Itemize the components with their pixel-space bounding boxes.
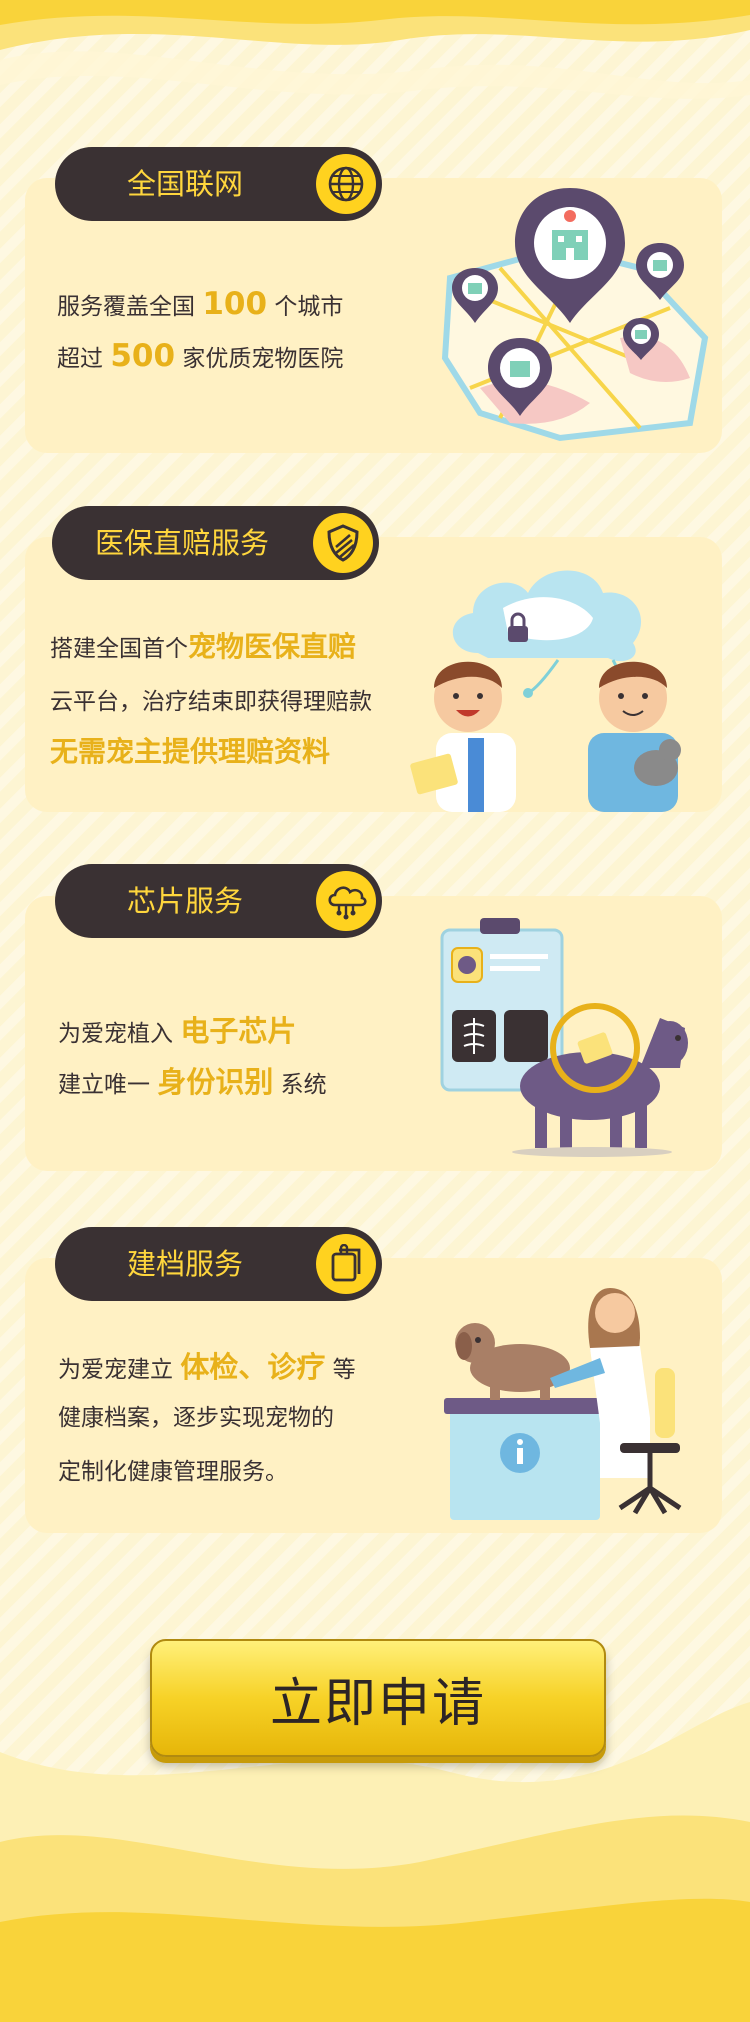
chip-dog-illustration	[440, 918, 688, 1157]
doctor-owner-illustration	[410, 570, 681, 812]
network-line-2: 超过 500 家优质宠物医院	[57, 338, 344, 374]
records-line-2: 健康档案，逐步实现宠物的	[58, 1405, 334, 1431]
records-title: 建档服务	[126, 1247, 243, 1281]
network-title: 全国联网	[126, 167, 243, 201]
insurance-title: 医保直赔服务	[94, 526, 269, 560]
hospital-count: 500	[110, 338, 176, 374]
chip-line-2: 建立唯一 身份识别 系统	[58, 1065, 327, 1099]
records-line-1: 为爱宠建立 体检、诊疗 等	[58, 1350, 356, 1384]
insurance-line-2: 云平台，治疗结束即获得理赔款	[50, 689, 372, 715]
globe-icon	[316, 154, 376, 214]
city-map-illustration	[441, 188, 709, 442]
cloud-network-icon	[316, 871, 376, 931]
insurance-title-pill: 医保直赔服务	[52, 506, 379, 580]
vet-exam-illustration	[444, 1288, 682, 1520]
records-title-pill: 建档服务	[55, 1227, 382, 1301]
network-title-pill: 全国联网	[55, 147, 382, 221]
apply-now-button[interactable]: 立即申请	[150, 1639, 606, 1757]
records-highlight: 体检、诊疗	[180, 1350, 326, 1384]
chip-highlight-1: 电子芯片	[180, 1014, 297, 1048]
top-wave-decoration	[0, 0, 750, 99]
clipboard-icon	[316, 1234, 376, 1294]
chip-title-pill: 芯片服务	[55, 864, 382, 938]
shield-icon	[313, 513, 373, 573]
insurance-line-3: 无需宠主提供理赔资料	[50, 735, 331, 768]
network-line-1: 服务覆盖全国 100 个城市	[57, 286, 344, 322]
chip-title: 芯片服务	[126, 884, 243, 918]
chip-line-1: 为爱宠植入 电子芯片	[58, 1014, 297, 1048]
chip-highlight-2: 身份识别	[157, 1065, 274, 1099]
insurance-highlight-1: 宠物医保直赔	[188, 630, 357, 663]
records-line-3: 定制化健康管理服务。	[58, 1459, 288, 1485]
city-count: 100	[202, 286, 268, 322]
insurance-line-1: 搭建全国首个宠物医保直赔	[50, 630, 357, 663]
